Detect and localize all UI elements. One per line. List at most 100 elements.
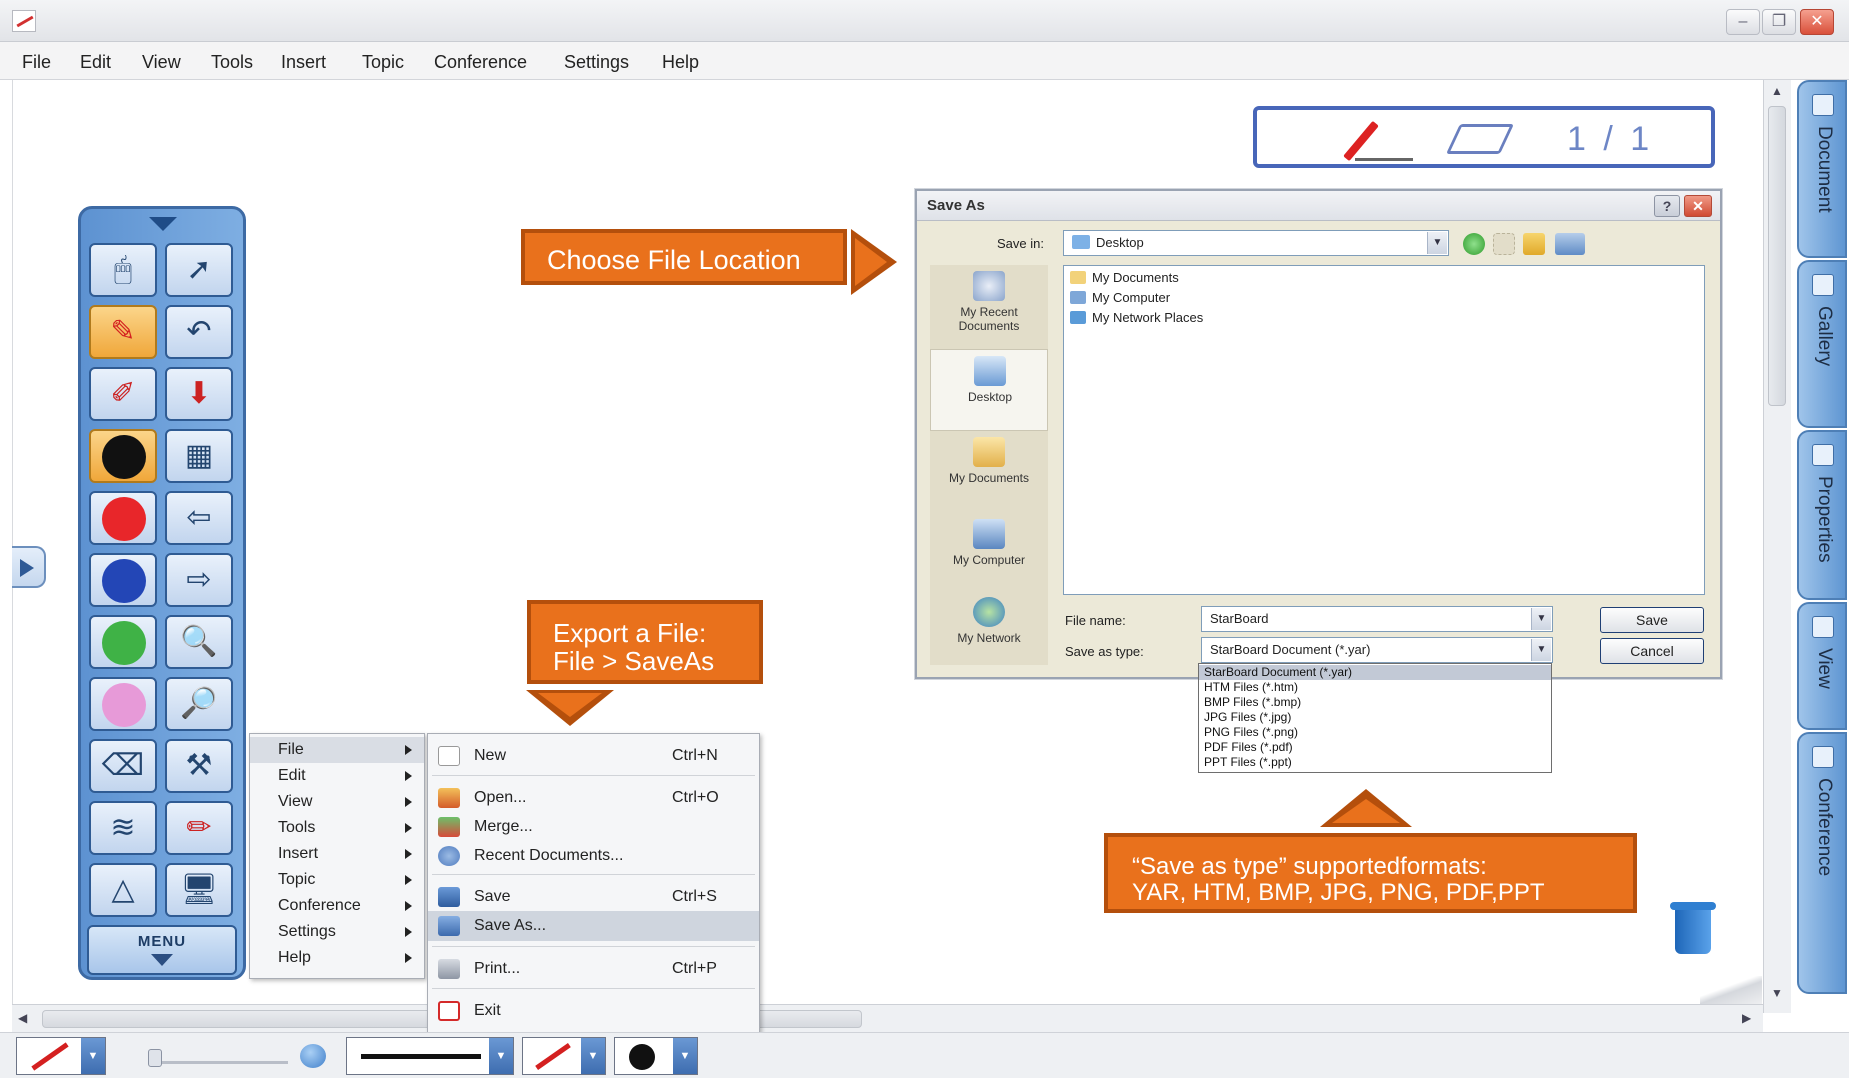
place-my-computer[interactable]: My Computer bbox=[930, 513, 1048, 595]
scroll-left-arrow[interactable]: ◀ bbox=[18, 1011, 27, 1025]
menu-view[interactable]: View bbox=[142, 52, 181, 73]
dialog-close-button[interactable]: ✕ bbox=[1684, 195, 1712, 217]
menu-conference[interactable]: Conference bbox=[434, 52, 527, 73]
pen-color-selector[interactable]: ▼ bbox=[522, 1037, 606, 1075]
file-item-my-network-places[interactable]: My Network Places bbox=[1070, 310, 1203, 325]
up-folder-icon[interactable] bbox=[1493, 233, 1515, 255]
submenu-merge[interactable]: Merge... bbox=[428, 812, 759, 842]
place-my-documents[interactable]: My Documents bbox=[930, 431, 1048, 513]
new-folder-icon[interactable] bbox=[1523, 233, 1545, 255]
collapse-toolbar-icon[interactable] bbox=[149, 217, 177, 231]
scroll-right-arrow[interactable]: ▶ bbox=[1742, 1011, 1751, 1025]
tab-document[interactable]: Document bbox=[1797, 80, 1847, 258]
cancel-button[interactable]: Cancel bbox=[1600, 638, 1704, 664]
mouse-tool-button[interactable]: 🖱 bbox=[89, 243, 157, 297]
menu-settings[interactable]: Settings bbox=[564, 52, 629, 73]
slider-knob[interactable] bbox=[148, 1049, 162, 1067]
color-black-button[interactable] bbox=[89, 429, 157, 483]
file-list[interactable]: My Documents My Computer My Network Plac… bbox=[1063, 265, 1705, 595]
toolbox-button[interactable]: ⚒ bbox=[165, 739, 233, 793]
ctx-menu-tools[interactable]: Tools bbox=[250, 815, 424, 841]
type-option-htm[interactable]: HTM Files (*.htm) bbox=[1199, 680, 1551, 695]
trash-icon[interactable] bbox=[1670, 902, 1716, 954]
eraser-tool-button[interactable]: ⌫ bbox=[89, 739, 157, 793]
tab-gallery[interactable]: Gallery bbox=[1797, 260, 1847, 428]
color-pink-button[interactable] bbox=[89, 677, 157, 731]
ctx-menu-view[interactable]: View bbox=[250, 789, 424, 815]
file-item-my-documents[interactable]: My Documents bbox=[1070, 270, 1179, 285]
undo-button[interactable]: ↶ bbox=[165, 305, 233, 359]
capture-button[interactable]: ⬇ bbox=[165, 367, 233, 421]
save-in-dropdown[interactable]: Desktop ▼ bbox=[1063, 230, 1449, 256]
minimize-button[interactable]: – bbox=[1726, 9, 1760, 35]
color-red-button[interactable] bbox=[89, 491, 157, 545]
menu-help[interactable]: Help bbox=[662, 52, 699, 73]
page-curl-icon[interactable] bbox=[1700, 976, 1762, 1004]
color-green-button[interactable] bbox=[89, 615, 157, 669]
next-page-button[interactable]: ⇨ bbox=[165, 553, 233, 607]
back-icon[interactable] bbox=[1463, 233, 1485, 255]
menu-insert[interactable]: Insert bbox=[281, 52, 326, 73]
menu-tools[interactable]: Tools bbox=[211, 52, 253, 73]
ctx-menu-insert[interactable]: Insert bbox=[250, 841, 424, 867]
save-as-type-dropdown[interactable]: StarBoard Document (*.yar) ▼ bbox=[1201, 637, 1553, 663]
scroll-up-arrow[interactable]: ▲ bbox=[1768, 84, 1786, 102]
chevron-down-icon[interactable]: ▼ bbox=[1531, 608, 1551, 630]
chevron-down-icon[interactable]: ▼ bbox=[489, 1038, 513, 1074]
fill-color-selector[interactable]: ▼ bbox=[614, 1037, 698, 1075]
zoom-out-button[interactable]: 🔎 bbox=[165, 677, 233, 731]
page-layout-button[interactable]: ▦ bbox=[165, 429, 233, 483]
page-indicator[interactable]: 1 / 1 bbox=[1253, 106, 1715, 168]
submenu-exit[interactable]: Exit bbox=[428, 996, 759, 1026]
close-window-button[interactable]: ✕ bbox=[1800, 9, 1834, 35]
expand-toolbar-button[interactable] bbox=[12, 546, 46, 588]
tab-conference[interactable]: Conference bbox=[1797, 732, 1847, 994]
shapes-tool-button[interactable]: △ bbox=[89, 863, 157, 917]
type-option-jpg[interactable]: JPG Files (*.jpg) bbox=[1199, 710, 1551, 725]
previous-page-button[interactable]: ⇦ bbox=[165, 491, 233, 545]
vertical-scroll-thumb[interactable] bbox=[1768, 106, 1786, 406]
clear-button[interactable]: ≋ bbox=[89, 801, 157, 855]
save-button[interactable]: Save bbox=[1600, 607, 1704, 633]
file-item-my-computer[interactable]: My Computer bbox=[1070, 290, 1170, 305]
menu-topic[interactable]: Topic bbox=[362, 52, 404, 73]
scroll-down-arrow[interactable]: ▼ bbox=[1768, 986, 1786, 1004]
line-width-selector[interactable]: ▼ bbox=[346, 1037, 514, 1075]
submenu-new[interactable]: New Ctrl+N bbox=[428, 741, 759, 771]
chevron-down-icon[interactable]: ▼ bbox=[1427, 232, 1447, 254]
type-option-ppt[interactable]: PPT Files (*.ppt) bbox=[1199, 755, 1551, 770]
opacity-slider[interactable] bbox=[148, 1045, 288, 1067]
type-option-pdf[interactable]: PDF Files (*.pdf) bbox=[1199, 740, 1551, 755]
file-name-input[interactable]: StarBoard ▼ bbox=[1201, 606, 1553, 632]
dialog-help-button[interactable]: ? bbox=[1654, 195, 1680, 217]
pen-tool-button[interactable]: ✎ bbox=[89, 305, 157, 359]
place-my-network[interactable]: My Network bbox=[930, 591, 1048, 673]
tab-view[interactable]: View bbox=[1797, 602, 1847, 730]
submenu-recent-documents[interactable]: Recent Documents... bbox=[428, 841, 759, 871]
screen-capture-button[interactable]: 🖥 bbox=[165, 863, 233, 917]
layers-icon[interactable] bbox=[1446, 124, 1514, 154]
type-option-bmp[interactable]: BMP Files (*.bmp) bbox=[1199, 695, 1551, 710]
chevron-down-icon[interactable]: ▼ bbox=[1531, 639, 1551, 661]
horizontal-scrollbar[interactable]: ◀ ▶ bbox=[12, 1004, 1763, 1032]
tab-properties[interactable]: Properties bbox=[1797, 430, 1847, 600]
submenu-save[interactable]: Save Ctrl+S bbox=[428, 882, 759, 912]
type-option-png[interactable]: PNG Files (*.png) bbox=[1199, 725, 1551, 740]
ctx-menu-file[interactable]: File bbox=[250, 737, 424, 763]
menu-edit[interactable]: Edit bbox=[80, 52, 111, 73]
annotate-button[interactable]: ✏ bbox=[165, 801, 233, 855]
submenu-open[interactable]: Open... Ctrl+O bbox=[428, 783, 759, 813]
views-menu-icon[interactable] bbox=[1555, 233, 1585, 255]
submenu-save-as[interactable]: Save As... bbox=[428, 911, 759, 941]
vertical-scrollbar[interactable]: ▲ ▼ bbox=[1763, 80, 1791, 1013]
ctx-menu-conference[interactable]: Conference bbox=[250, 893, 424, 919]
pen-type-selector[interactable]: ▼ bbox=[16, 1037, 106, 1075]
menu-file[interactable]: File bbox=[22, 52, 51, 73]
ctx-menu-help[interactable]: Help bbox=[250, 945, 424, 971]
ctx-menu-edit[interactable]: Edit bbox=[250, 763, 424, 789]
pointer-tool-button[interactable]: ➚ bbox=[165, 243, 233, 297]
pen-settings-button[interactable]: ✐ bbox=[89, 367, 157, 421]
color-blue-button[interactable] bbox=[89, 553, 157, 607]
ctx-menu-topic[interactable]: Topic bbox=[250, 867, 424, 893]
chevron-down-icon[interactable]: ▼ bbox=[673, 1038, 697, 1074]
